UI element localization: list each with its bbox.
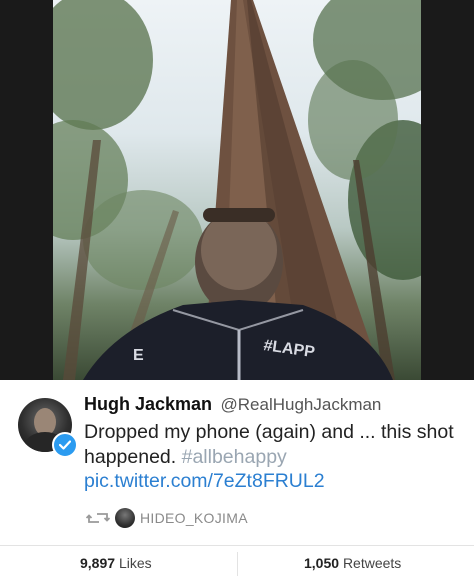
checkmark-icon <box>59 440 71 450</box>
verified-badge-icon <box>52 432 78 458</box>
tweet-text: Dropped my phone (again) and ... this sh… <box>84 420 464 470</box>
likes-count: 9,897 <box>80 555 116 571</box>
retweet-icon <box>86 513 110 523</box>
likes-stat[interactable]: 9,897 Likes <box>80 555 152 571</box>
user-handle[interactable]: @RealHughJackman <box>221 395 382 414</box>
redwood-selfie-image: E #LAPP <box>53 0 421 380</box>
display-name[interactable]: Hugh Jackman <box>84 394 212 414</box>
stats-divider <box>0 545 474 546</box>
stats-separator <box>237 552 238 576</box>
jacket-text-left: E <box>133 347 144 364</box>
hashtag-link[interactable]: #allbehappy <box>182 446 287 468</box>
tweet-card: Hugh Jackman @RealHughJackman Dropped my… <box>0 380 474 578</box>
tweet-author[interactable]: Hugh Jackman @RealHughJackman <box>84 394 381 415</box>
retweets-count: 1,050 <box>304 555 340 571</box>
photo-scene: E #LAPP <box>53 0 421 380</box>
media-link[interactable]: pic.twitter.com/7eZt8FRUL2 <box>84 470 325 493</box>
retweets-stat[interactable]: 1,050 Retweets <box>304 555 401 571</box>
retweeter-avatar[interactable] <box>115 508 135 528</box>
likes-label: Likes <box>118 555 152 571</box>
retweeter-name[interactable]: HIDEO_KOJIMA <box>140 510 248 526</box>
tweet-photo[interactable]: E #LAPP <box>0 0 474 380</box>
retweeted-by-row[interactable]: HIDEO_KOJIMA <box>86 508 248 528</box>
retweets-label: Retweets <box>342 555 402 571</box>
